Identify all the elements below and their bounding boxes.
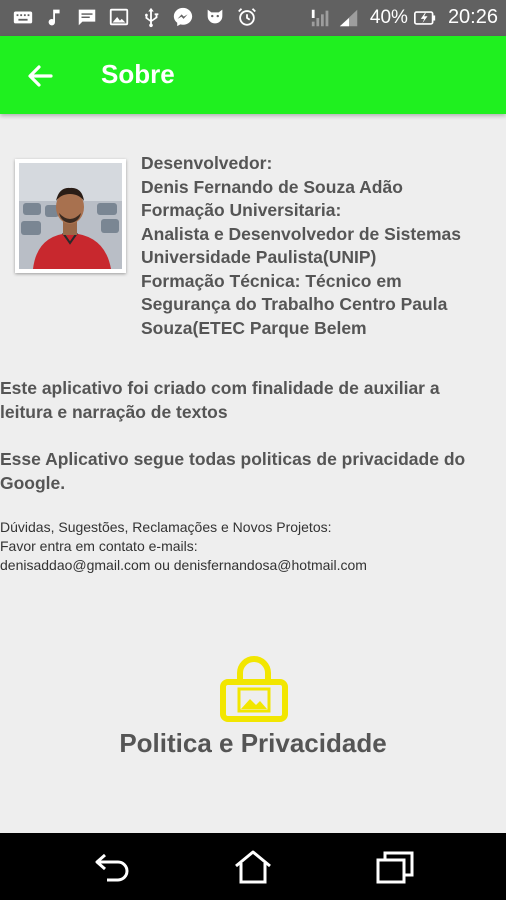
contact-line1: Dúvidas, Sugestões, Reclamações e Novos … xyxy=(0,519,332,535)
education-course: Analista e Desenvolvedor de Sistemas xyxy=(141,223,461,244)
purpose-line1: Este aplicativo foi criado com finalidad… xyxy=(0,378,440,398)
technical-education-line1: Formação Técnica: Técnico em xyxy=(141,270,402,291)
privacy-policy-button[interactable]: Politica e Privacidade xyxy=(0,652,506,772)
privacy-policy-label: Politica e Privacidade xyxy=(119,728,387,758)
purpose-paragraph: Este aplicativo foi criado com finalidad… xyxy=(0,377,500,424)
contact-line2: Favor entra em contato e-mails: xyxy=(0,538,198,554)
keyboard-icon xyxy=(13,11,33,24)
developer-photo xyxy=(15,159,126,273)
privacy-line2: Google. xyxy=(0,472,66,493)
image-icon xyxy=(109,8,129,26)
alarm-icon xyxy=(238,8,256,26)
clock: 20:26 xyxy=(447,6,498,28)
technical-education-line2: Segurança do Trabalho Centro Paula xyxy=(141,294,448,314)
page-title: Sobre xyxy=(101,59,175,89)
battery-charging-icon xyxy=(413,10,436,25)
home-icon[interactable] xyxy=(233,849,273,885)
music-note-icon xyxy=(48,9,60,26)
developer-heading: Desenvolvedor: xyxy=(141,153,273,173)
wifi-signal-icon xyxy=(311,9,329,26)
app-bar: Sobre xyxy=(0,36,506,114)
education-university: Universidade Paulista(UNIP) xyxy=(141,247,377,267)
contact-info: Dúvidas, Sugestões, Reclamações e Novos … xyxy=(0,518,500,575)
navigation-bar xyxy=(0,833,506,900)
back-arrow-icon[interactable] xyxy=(26,62,54,90)
message-icon xyxy=(78,9,96,26)
status-bar: 40% 20:26 xyxy=(0,0,506,36)
dog-icon xyxy=(207,9,223,24)
recent-apps-icon[interactable] xyxy=(375,849,415,885)
battery-percent: 40% xyxy=(369,6,408,28)
cell-signal-icon xyxy=(339,9,358,26)
back-icon[interactable] xyxy=(93,849,133,885)
developer-info: Desenvolvedor: Denis Fernando de Souza A… xyxy=(141,152,501,340)
lock-icon xyxy=(220,656,288,722)
technical-education-line3: Souza(ETEC Parque Belem xyxy=(141,317,367,338)
privacy-line1: Esse Aplicativo segue todas politicas de… xyxy=(0,449,466,469)
contact-emails: denisaddao@gmail.com ou denisfernandosa@… xyxy=(0,557,367,573)
messenger-icon xyxy=(173,7,193,27)
purpose-line2: leitura e narração de textos xyxy=(0,401,228,422)
developer-portrait xyxy=(19,163,122,269)
status-right: 40% 20:26 xyxy=(310,6,498,29)
privacy-statement: Esse Aplicativo segue todas politicas de… xyxy=(0,448,500,495)
usb-icon xyxy=(145,7,159,28)
education-heading: Formação Universitaria: xyxy=(141,200,342,220)
notification-icons xyxy=(12,6,258,28)
developer-name: Denis Fernando de Souza Adão xyxy=(141,176,403,197)
